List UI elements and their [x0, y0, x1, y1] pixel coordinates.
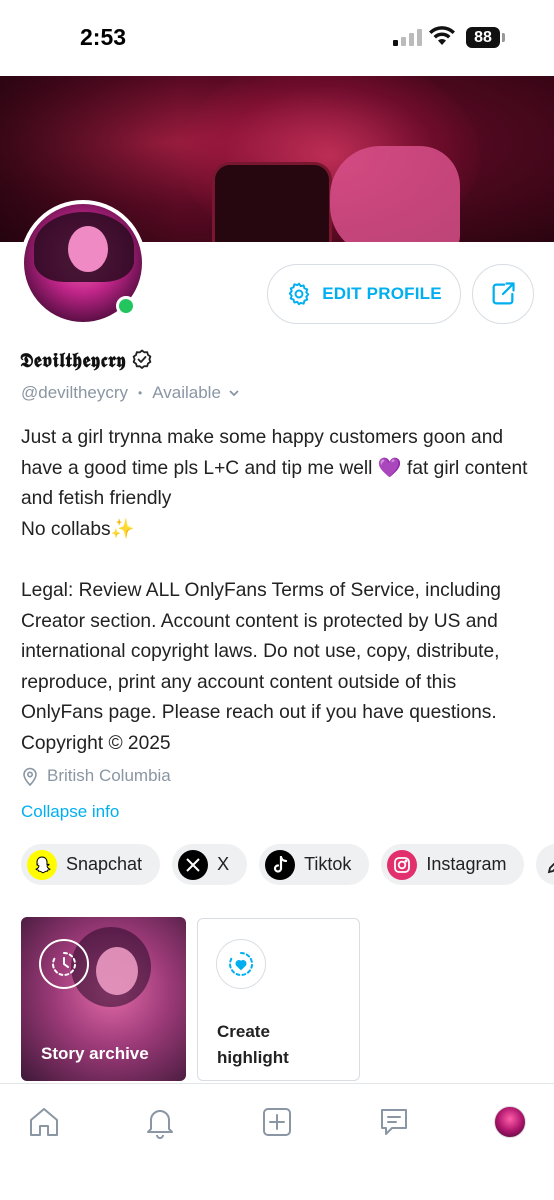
social-chip-x[interactable]: X	[172, 844, 248, 885]
gear-icon	[289, 282, 310, 306]
history-clock-icon	[39, 939, 89, 989]
online-status-dot	[116, 296, 136, 316]
create-highlight-card[interactable]: Create highlight	[197, 918, 360, 1081]
battery-icon: 88	[466, 27, 500, 48]
edit-profile-button[interactable]: EDIT PROFILE	[267, 264, 461, 324]
social-label: X	[217, 854, 230, 874]
tiktok-icon	[265, 849, 296, 880]
home-icon	[30, 1108, 58, 1136]
heart-plus-icon	[216, 939, 266, 989]
location-pin-icon	[23, 767, 37, 786]
bio-line: Just a girl trynna make some happy custo…	[21, 427, 528, 510]
social-label: Snapchat	[66, 854, 143, 874]
display-name: 𝕯𝖊𝖛𝖎𝖑𝖙𝖍𝖊𝖞𝖈𝖗𝖞	[20, 348, 126, 372]
username-handle: @deviltheycry	[21, 383, 129, 402]
tab-messages[interactable]	[374, 1102, 414, 1142]
bottom-tab-bar	[0, 1083, 554, 1200]
verified-badge-icon	[132, 349, 152, 369]
story-archive-label: Story archive	[41, 1044, 149, 1063]
tab-home[interactable]	[24, 1102, 64, 1142]
social-links: Snapchat X Tiktok Instagram	[21, 844, 554, 886]
tab-notifications[interactable]	[140, 1102, 180, 1142]
create-highlight-label: Create highlight	[217, 1022, 289, 1067]
battery-tip	[502, 33, 505, 42]
share-profile-button[interactable]	[472, 264, 534, 324]
social-chip-snapchat[interactable]: Snapchat	[21, 844, 161, 885]
name-row: 𝕯𝖊𝖛𝖎𝖑𝖙𝖍𝖊𝖞𝖈𝖗𝖞	[20, 348, 154, 372]
x-icon	[178, 849, 209, 880]
status-bar: 2:53 88	[0, 0, 554, 76]
bio-line: No collabs✨	[21, 518, 135, 540]
edit-profile-label: EDIT PROFILE	[322, 284, 442, 303]
social-label: Instagram	[426, 854, 507, 874]
story-archive-card[interactable]: Story archive	[21, 917, 186, 1081]
location-row: British Columbia	[22, 766, 171, 786]
snapchat-icon	[27, 849, 57, 880]
social-chip-instagram[interactable]: Instagram	[381, 844, 525, 885]
bell-icon	[147, 1110, 173, 1139]
pencil-icon	[548, 862, 554, 873]
wifi-icon	[429, 26, 455, 45]
social-chip-tiktok[interactable]: Tiktok	[259, 844, 370, 885]
add-post-icon	[263, 1108, 291, 1136]
profile-avatar-small	[494, 1106, 526, 1138]
instagram-icon	[387, 849, 418, 880]
collapse-info-link[interactable]: Collapse info	[21, 802, 119, 822]
cellular-signal-icon	[393, 28, 422, 46]
edit-socials-button[interactable]	[536, 844, 554, 885]
status-time: 2:53	[80, 24, 127, 50]
legal-text: Legal: Review ALL OnlyFans Terms of Serv…	[21, 579, 501, 754]
social-label: Tiktok	[304, 854, 352, 874]
availability-label: Available	[152, 383, 221, 402]
messages-icon	[381, 1109, 407, 1135]
share-icon	[492, 282, 515, 305]
handle-separator: •	[138, 386, 143, 400]
chevron-down-icon	[229, 390, 239, 397]
tab-add-post[interactable]	[257, 1102, 297, 1142]
bio-text: Just a girl trynna make some happy custo…	[21, 423, 537, 760]
handle-row: @deviltheycry • Available	[21, 383, 241, 403]
location-label: British Columbia	[47, 766, 171, 785]
availability-dropdown[interactable]: Available	[152, 383, 241, 403]
tab-profile[interactable]	[490, 1102, 530, 1142]
